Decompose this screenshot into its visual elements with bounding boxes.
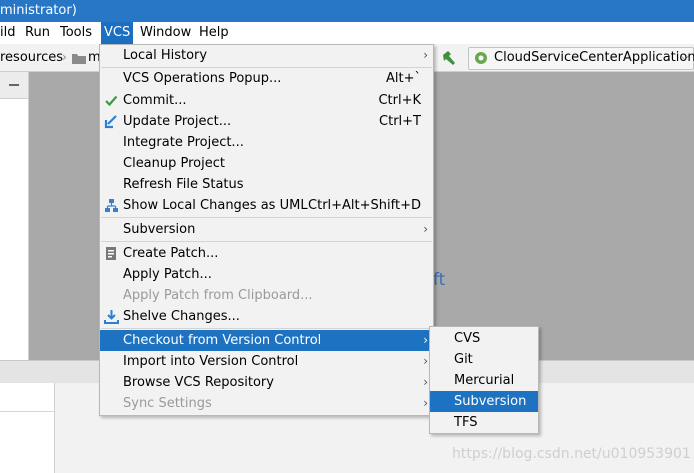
minimize-icon[interactable] xyxy=(9,84,19,86)
menu-item-integrate-project[interactable]: Integrate Project... xyxy=(100,132,433,153)
menu-item-sync-settings: Sync Settings › xyxy=(100,393,433,414)
title-bar: ministrator) xyxy=(0,0,694,22)
menu-item-update-project[interactable]: Update Project... Ctrl+T xyxy=(100,111,433,132)
shelve-icon xyxy=(104,310,119,324)
run-config-label: CloudServiceCenterApplication xyxy=(494,50,694,65)
chevron-right-icon: › xyxy=(423,222,428,236)
menu-tools[interactable]: Tools xyxy=(60,25,92,40)
vcs-menu: Local History › VCS Operations Popup... Al… xyxy=(99,44,434,416)
chevron-right-icon: › xyxy=(423,48,428,62)
hammer-icon[interactable] xyxy=(440,49,458,67)
submenu-item-git[interactable]: Git xyxy=(430,349,538,370)
menu-item-cleanup-project[interactable]: Cleanup Project xyxy=(100,153,433,174)
editor-hint-text: ft xyxy=(433,270,446,290)
menu-item-apply-patch[interactable]: Apply Patch... xyxy=(100,264,433,285)
menu-item-apply-patch-clipboard: Apply Patch from Clipboard... xyxy=(123,288,313,303)
project-panel xyxy=(0,72,29,360)
submenu-item-cvs[interactable]: CVS xyxy=(430,328,538,349)
menu-item-commit[interactable]: Commit... Ctrl+K xyxy=(100,90,433,111)
chevron-right-icon: › xyxy=(423,333,428,347)
menu-item-shelve-changes[interactable]: Shelve Changes... xyxy=(100,306,433,327)
run-config-icon xyxy=(475,52,487,64)
submenu-item-tfs[interactable]: TFS xyxy=(430,412,538,433)
chevron-down-icon: ⌵ xyxy=(680,50,689,63)
breadcrumb-resources[interactable]: resources xyxy=(0,50,63,65)
project-panel-header xyxy=(0,72,28,99)
submenu-item-mercurial[interactable]: Mercurial xyxy=(430,370,538,391)
menu-item-vcs-operations-popup[interactable]: VCS Operations Popup... Alt+` xyxy=(100,68,433,89)
menu-build[interactable]: ild xyxy=(0,25,15,40)
menu-item-show-local-changes-uml[interactable]: Show Local Changes as UML Ctrl+Alt+Shift+… xyxy=(100,195,433,216)
window-title: ministrator) xyxy=(0,3,77,18)
run-configuration-selector[interactable]: CloudServiceCenterApplication ⌵ xyxy=(468,47,694,70)
menu-bar: ild Run Tools VCS Window Help xyxy=(0,22,694,45)
breadcrumb-separator-icon: › xyxy=(62,50,67,64)
menu-vcs[interactable]: VCS xyxy=(101,22,134,44)
folder-icon xyxy=(72,54,86,64)
menu-item-create-patch[interactable]: Create Patch... xyxy=(100,243,433,264)
menu-run[interactable]: Run xyxy=(25,25,50,40)
submenu-item-subversion[interactable]: Subversion xyxy=(430,391,538,412)
chevron-right-icon: › xyxy=(423,354,428,368)
menu-window[interactable]: Window xyxy=(140,25,191,40)
bottom-left-panel xyxy=(0,383,55,473)
menu-item-refresh-file-status[interactable]: Refresh File Status xyxy=(100,174,433,195)
watermark: https://blog.csdn.net/u010953901 xyxy=(452,446,691,462)
menu-item-subversion[interactable]: Subversion › xyxy=(100,219,433,240)
menu-item-checkout-from-vcs[interactable]: Checkout from Version Control › xyxy=(100,330,433,351)
patch-icon xyxy=(106,247,116,260)
menu-item-browse-vcs-repository[interactable]: Browse VCS Repository › xyxy=(100,372,433,393)
check-icon xyxy=(105,95,118,107)
menu-item-import-into-vcs[interactable]: Import into Version Control › xyxy=(100,351,433,372)
chevron-right-icon: › xyxy=(423,375,428,389)
checkout-submenu: CVS Git Mercurial Subversion TFS xyxy=(429,326,539,434)
chevron-right-icon: › xyxy=(423,396,428,410)
menu-help[interactable]: Help xyxy=(199,25,229,40)
menu-item-local-history[interactable]: Local History › xyxy=(100,45,433,66)
uml-icon xyxy=(105,199,118,212)
update-arrow-icon xyxy=(104,115,117,129)
